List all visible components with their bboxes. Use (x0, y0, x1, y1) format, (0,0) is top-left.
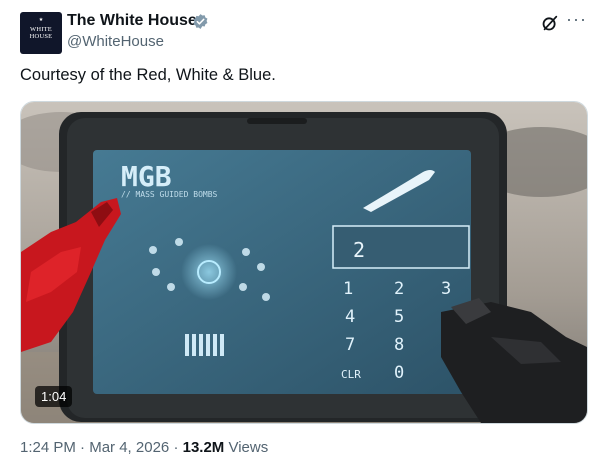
keypad-key: 1 (343, 279, 353, 299)
verified-badge-icon (192, 13, 209, 35)
keypad-key: 5 (394, 307, 404, 327)
avatar[interactable]: ★ WHITE HOUSE (20, 12, 62, 54)
more-icon[interactable]: ··· (566, 9, 587, 30)
views-count: 13.2M (182, 439, 225, 456)
video-player[interactable]: MGB // MASS GUIDED BOMBS 2 1 2 3 4 5 7 8 (20, 101, 588, 424)
tweet-date[interactable]: Mar 4, 2026 (89, 439, 169, 456)
screen-subtitle: // MASS GUIDED BOMBS (121, 190, 218, 199)
grok-icon[interactable] (541, 14, 559, 37)
keypad-key: 7 (345, 335, 355, 355)
avatar-text-line: HOUSE (29, 33, 53, 40)
keypad-key: 0 (394, 363, 404, 383)
keypad-key: 3 (441, 279, 451, 299)
keypad-key: 2 (394, 279, 404, 299)
author-handle[interactable]: @WhiteHouse (67, 33, 164, 50)
keypad-key: CLR (341, 368, 361, 381)
separator: · (80, 439, 86, 456)
screen-title: MGB (121, 160, 172, 193)
tweet-text: Courtesy of the Red, White & Blue. (20, 66, 276, 84)
avatar-text-line: WHITE (30, 26, 52, 33)
tweet-meta: 1:24 PM · Mar 4, 2026 · 13.2M Views (20, 439, 268, 456)
tweet-time[interactable]: 1:24 PM (20, 439, 76, 456)
keypad-key: 4 (345, 307, 355, 327)
video-duration: 1:04 (35, 386, 73, 407)
views-label: Views (228, 439, 269, 456)
entry-value: 2 (353, 238, 365, 262)
keypad-key: 8 (394, 335, 404, 355)
video-frame: MGB // MASS GUIDED BOMBS 2 1 2 3 4 5 7 8 (21, 102, 587, 423)
author-name[interactable]: The White House (67, 12, 197, 30)
separator: · (173, 439, 179, 456)
